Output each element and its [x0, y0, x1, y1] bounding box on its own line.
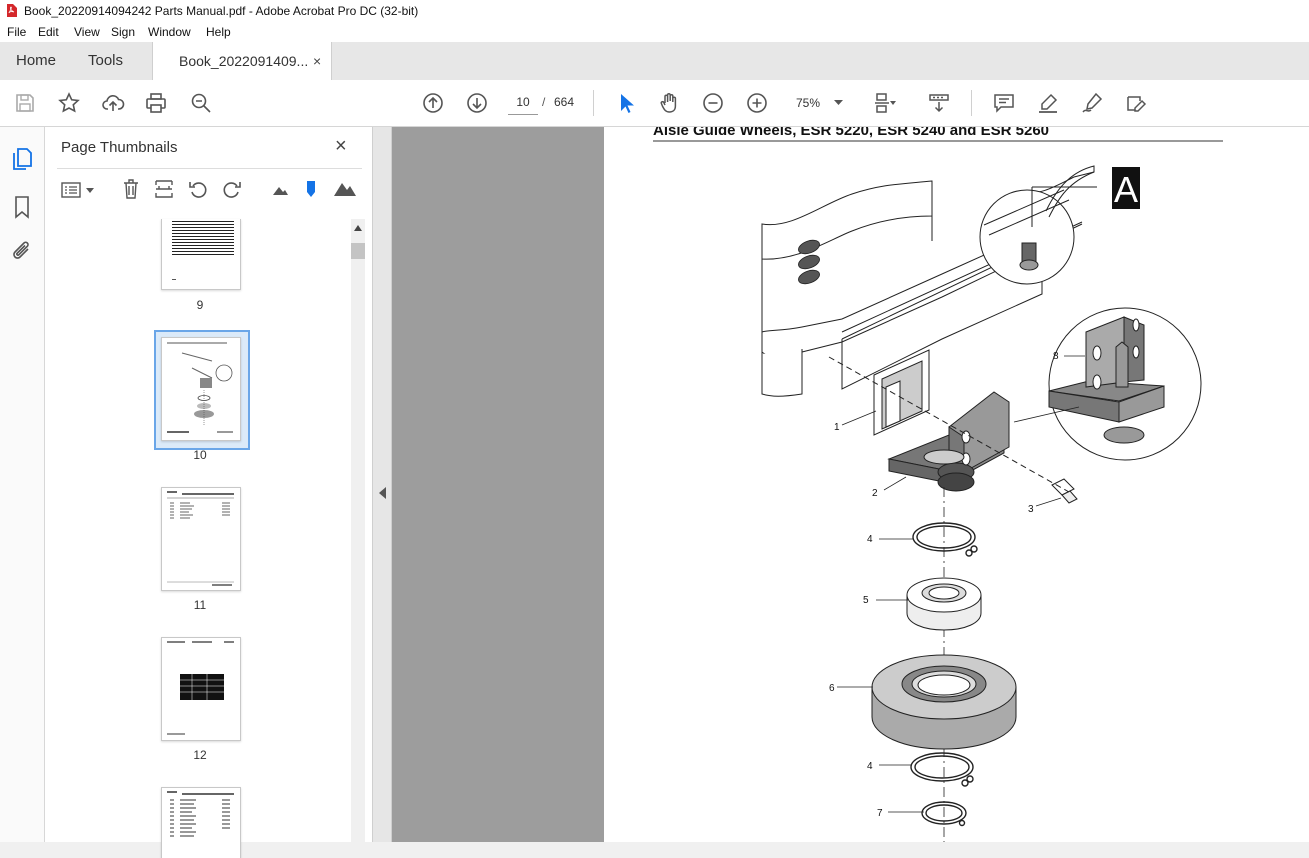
callout-1: 1: [834, 422, 840, 433]
thumbnails-scrollbar[interactable]: [351, 219, 365, 842]
callout-2: 2: [872, 488, 878, 499]
scrollbar-thumb[interactable]: [351, 243, 365, 259]
select-cursor-icon[interactable]: [614, 91, 638, 115]
close-panel-icon[interactable]: ×: [335, 135, 347, 158]
thumbnail-page-number: 10: [193, 448, 207, 462]
previous-page-icon[interactable]: [421, 91, 445, 115]
collapse-left-arrow-icon[interactable]: [379, 487, 386, 499]
thumbnail-table-preview: [167, 641, 234, 735]
page-number-input[interactable]: 10: [508, 90, 538, 115]
attachments-icon[interactable]: [11, 239, 33, 263]
enlarge-thumbnails-icon[interactable]: [333, 179, 357, 197]
page-thumbnail-13[interactable]: [161, 787, 241, 858]
window-title: Book_20220914094242 Parts Manual.pdf - A…: [24, 4, 419, 18]
scroll-mode-icon[interactable]: [927, 91, 951, 115]
menu-help[interactable]: Help: [206, 25, 231, 39]
menu-file[interactable]: File: [7, 25, 26, 39]
page-thumbnail-12[interactable]: [161, 637, 241, 741]
rotate-clockwise-icon[interactable]: [221, 178, 243, 200]
zoom-out-icon[interactable]: [701, 91, 725, 115]
total-pages: 664: [554, 95, 575, 109]
thumbnail-parts-list-preview: [167, 491, 234, 586]
bookmarks-icon[interactable]: [12, 195, 32, 219]
print-icon[interactable]: [144, 91, 168, 115]
comment-icon[interactable]: [992, 91, 1016, 115]
callout-4-lower: 4: [867, 761, 873, 772]
thumbnail-table-preview: [172, 221, 234, 257]
callout-8: 8: [1053, 351, 1059, 362]
title-bar: Book_20220914094242 Parts Manual.pdf - A…: [0, 0, 1309, 22]
thumbnail-footer-mark: [172, 279, 176, 280]
toolbar: 10 / 664 75%: [0, 80, 1309, 127]
thumbnail-diagram-preview: [167, 342, 233, 433]
part-1-plate: [873, 349, 930, 436]
scroll-up-arrow-icon[interactable]: [354, 225, 362, 231]
part-4-circlip-lower: [910, 752, 974, 787]
callout-5: 5: [863, 595, 869, 606]
thumbnail-options-icon[interactable]: [61, 181, 97, 199]
delete-page-icon[interactable]: [121, 178, 141, 200]
page-thumbnail-9[interactable]: [161, 219, 241, 290]
thumbnail-page-number: 12: [193, 748, 207, 762]
tab-tools[interactable]: Tools: [88, 42, 123, 80]
thumbnail-parts-list-preview: [167, 791, 234, 837]
document-page: Aisle Guide Wheels, ESR 5220, ESR 5240 a…: [604, 127, 1309, 842]
page-thumbnails-icon[interactable]: [11, 147, 33, 171]
thumbnail-page-number: 11: [193, 598, 207, 612]
bookmark-star-icon[interactable]: [57, 91, 81, 115]
pdf-file-icon: [7, 4, 17, 17]
page-separator: /: [542, 95, 546, 109]
zoom-in-icon[interactable]: [745, 91, 769, 115]
fill-sign-icon[interactable]: [1124, 91, 1148, 115]
thumbnail-page-number: 9: [196, 298, 204, 312]
zoom-search-icon[interactable]: [189, 91, 213, 115]
navigation-rail: [0, 127, 45, 842]
reduce-thumbnails-icon[interactable]: [271, 183, 289, 197]
page-thumbnail-11[interactable]: [161, 487, 241, 591]
tab-document[interactable]: Book_2022091409... ×: [152, 42, 332, 81]
rotate-counterclockwise-icon[interactable]: [187, 178, 209, 200]
menu-edit[interactable]: Edit: [38, 25, 59, 39]
document-background: [373, 127, 604, 842]
extract-page-icon[interactable]: [153, 178, 175, 200]
callout-6: 6: [829, 683, 835, 694]
callout-7: 7: [877, 808, 883, 819]
part-6-wheel: [871, 654, 1017, 750]
page-display-icon[interactable]: [872, 91, 896, 115]
page-thumbnail-10[interactable]: [161, 337, 241, 441]
toolbar-divider: [593, 90, 594, 116]
close-tab-icon[interactable]: ×: [313, 42, 321, 80]
detail-8-circle: [1048, 307, 1202, 461]
thumbnail-size-slider-icon[interactable]: [304, 179, 318, 199]
panel-title: Page Thumbnails: [61, 139, 178, 156]
tab-home[interactable]: Home: [16, 42, 56, 80]
chevron-down-icon: [834, 100, 843, 105]
detail-label: A: [1114, 169, 1138, 210]
panel-divider: [57, 168, 362, 169]
draw-sign-icon[interactable]: [1080, 91, 1104, 115]
part-4-circlip-upper: [912, 522, 978, 557]
upload-cloud-icon[interactable]: [101, 91, 125, 115]
menu-window[interactable]: Window: [148, 25, 191, 39]
highlight-pen-icon[interactable]: [1036, 91, 1060, 115]
panel-collapse-handle[interactable]: [373, 127, 392, 842]
part-5-bearing: [906, 577, 982, 631]
hand-tool-icon[interactable]: [657, 91, 681, 115]
zoom-value: 75%: [796, 96, 821, 110]
tab-bar: Home Tools Book_2022091409... ×: [0, 42, 1309, 81]
zoom-select[interactable]: 75%: [786, 92, 848, 114]
menu-view[interactable]: View: [74, 25, 100, 39]
parts-exploded-diagram: A 1 2 3 4 5 6 4 7 8: [761, 165, 1202, 842]
menu-sign[interactable]: Sign: [111, 25, 135, 39]
tab-document-label: Book_2022091409...: [179, 53, 309, 69]
toolbar-divider: [971, 90, 972, 116]
save-icon[interactable]: [13, 91, 37, 115]
next-page-icon[interactable]: [465, 91, 489, 115]
callout-4: 4: [867, 534, 873, 545]
callout-3: 3: [1028, 504, 1034, 515]
menu-bar: File Edit View Sign Window Help: [0, 22, 1309, 42]
thumbnails-panel: Page Thumbnails × 9 10 11 12: [45, 127, 373, 858]
